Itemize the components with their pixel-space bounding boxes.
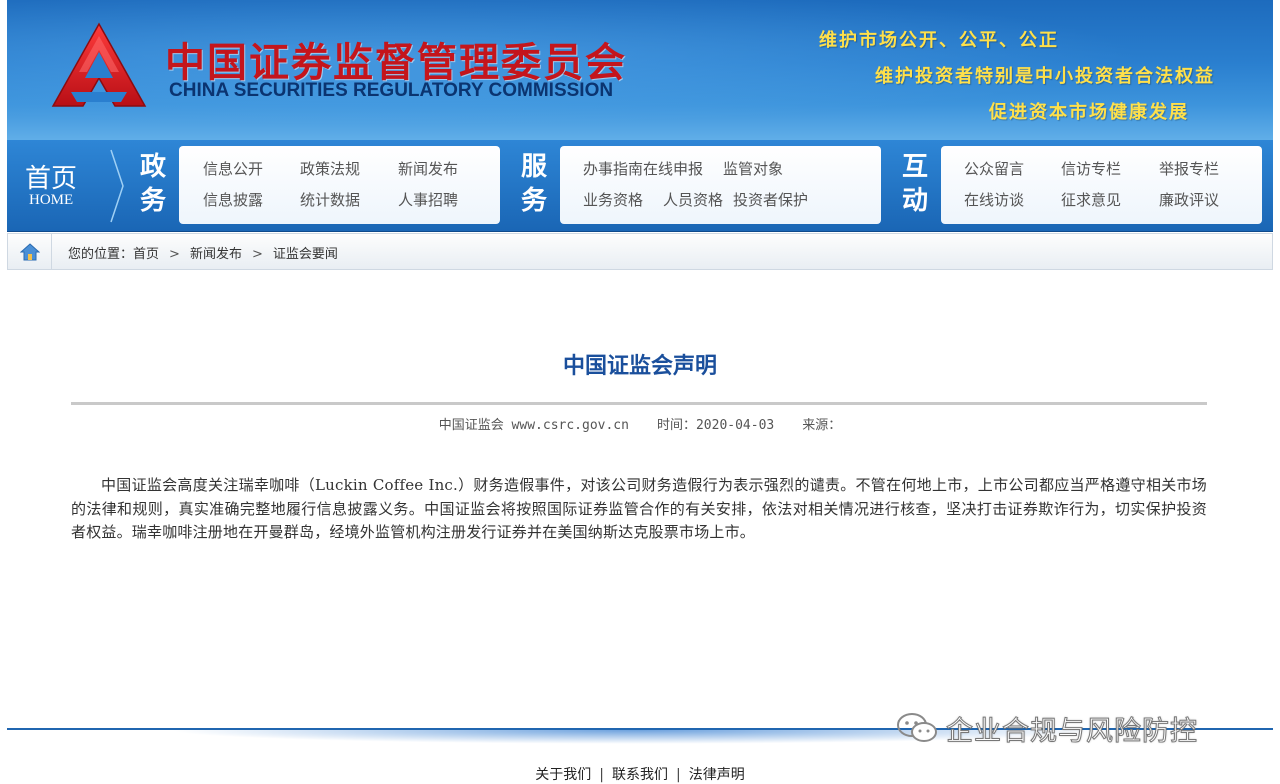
section-label-top: 服 (520, 152, 547, 182)
article-meta-site: 中国证监会 www.csrc.gov.cn (438, 418, 629, 433)
org-title-en: CHINA SECURITIES REGULATORY COMMISSION (169, 80, 614, 101)
breadcrumb-item-home[interactable]: 首页 (133, 247, 159, 262)
slogan-3: 促进资本市场健康发展 (989, 102, 1189, 123)
article-divider (71, 402, 1207, 405)
nav-link-news[interactable]: 新闻发布 (398, 158, 458, 179)
article-title: 中国证监会声明 (562, 354, 717, 379)
nav-panel-hudong: 公众留言 信访专栏 举报专栏 在线访谈 征求意见 廉政评议 (941, 146, 1262, 224)
breadcrumb-separator: > (169, 247, 180, 262)
nav-link-info-public[interactable]: 信息公开 (203, 158, 263, 179)
breadcrumb-item-headlines[interactable]: 证监会要闻 (273, 247, 338, 262)
article-meta: 中国证监会 www.csrc.gov.cn 时间：2020-04-03 来源： (0, 414, 1280, 433)
section-label-bottom: 动 (901, 186, 928, 216)
breadcrumb: 您的位置：首页 > 新闻发布 > 证监会要闻 (7, 233, 1273, 270)
nav-link-online-filing[interactable]: 在线申报 (643, 158, 703, 179)
footer-link-contact[interactable]: 联系我们 (612, 767, 668, 783)
breadcrumb-item-news[interactable]: 新闻发布 (190, 247, 242, 262)
section-label-bottom: 务 (139, 186, 166, 216)
nav-home-label-cn: 首页 (25, 164, 78, 194)
nav-link-policy[interactable]: 政策法规 (300, 158, 360, 179)
main-navbar: 首页 HOME 政 务 信息公开 政策法规 新闻发布 信息披露 统计数据 人事招… (7, 140, 1273, 232)
section-label-hudong: 互 动 (897, 150, 933, 218)
nav-link-interview[interactable]: 在线访谈 (964, 189, 1024, 210)
wechat-icon (897, 713, 937, 742)
breadcrumb-separator: > (251, 247, 263, 262)
section-label-bottom: 务 (520, 186, 547, 216)
nav-link-guide[interactable]: 办事指南 (583, 158, 643, 179)
nav-link-solicit[interactable]: 征求意见 (1061, 189, 1121, 210)
nav-link-business-qual[interactable]: 业务资格 (583, 189, 643, 210)
nav-link-report[interactable]: 举报专栏 (1159, 158, 1219, 179)
section-label-top: 互 (901, 152, 928, 182)
breadcrumb-prefix: 您的位置： (68, 247, 134, 262)
section-label-top: 政 (139, 152, 166, 182)
watermark-text: 企业合规与风险防控 (946, 715, 1198, 747)
header-banner: 中国证券监督管理委员会 CHINA SECURITIES REGULATORY … (7, 0, 1273, 140)
nav-link-regulated[interactable]: 监管对象 (723, 158, 783, 179)
footer-links: 关于我们 | 联系我们 | 法律声明 (0, 764, 1280, 784)
article-meta-time: 时间：2020-04-03 (656, 418, 775, 433)
nav-link-public-message[interactable]: 公众留言 (964, 158, 1024, 179)
section-label-fuwu: 服 务 (516, 150, 552, 218)
section-label-zhengwu: 政 务 (135, 150, 171, 218)
slogan-2: 维护投资者特别是中小投资者合法权益 (875, 66, 1215, 87)
article-meta-source: 来源： (802, 418, 842, 433)
nav-link-integrity[interactable]: 廉政评议 (1159, 189, 1219, 210)
watermark: 企业合规与风险防控 (896, 708, 1198, 748)
footer-separator: | (676, 767, 681, 783)
nav-link-personnel-qual[interactable]: 人员资格 (663, 189, 723, 210)
nav-link-petition[interactable]: 信访专栏 (1061, 158, 1121, 179)
chevron-right-divider-icon (110, 149, 124, 223)
nav-link-disclosure[interactable]: 信息披露 (203, 189, 263, 210)
home-icon[interactable] (8, 234, 52, 269)
nav-link-statistics[interactable]: 统计数据 (300, 189, 360, 210)
nav-link-recruitment[interactable]: 人事招聘 (398, 189, 458, 210)
slogan-1: 维护市场公开、公平、公正 (819, 30, 1059, 51)
nav-home-label-en: HOME (29, 192, 74, 208)
nav-panel-zhengwu: 信息公开 政策法规 新闻发布 信息披露 统计数据 人事招聘 (179, 146, 500, 224)
footer-link-legal[interactable]: 法律声明 (689, 767, 745, 783)
nav-link-investor-protection[interactable]: 投资者保护 (733, 189, 808, 210)
nav-home-button[interactable]: 首页 HOME (7, 140, 111, 232)
breadcrumb-trail: 您的位置：首页 > 新闻发布 > 证监会要闻 (68, 243, 338, 262)
article-body: 中国证监会高度关注瑞幸咖啡（Luckin Coffee Inc.）财务造假事件，… (71, 476, 1207, 541)
footer-separator: | (599, 767, 604, 783)
footer-link-about[interactable]: 关于我们 (535, 767, 591, 783)
nav-panel-fuwu: 办事指南 在线申报 监管对象 业务资格 人员资格 投资者保护 (560, 146, 881, 224)
csrc-logo-icon[interactable] (51, 22, 147, 110)
